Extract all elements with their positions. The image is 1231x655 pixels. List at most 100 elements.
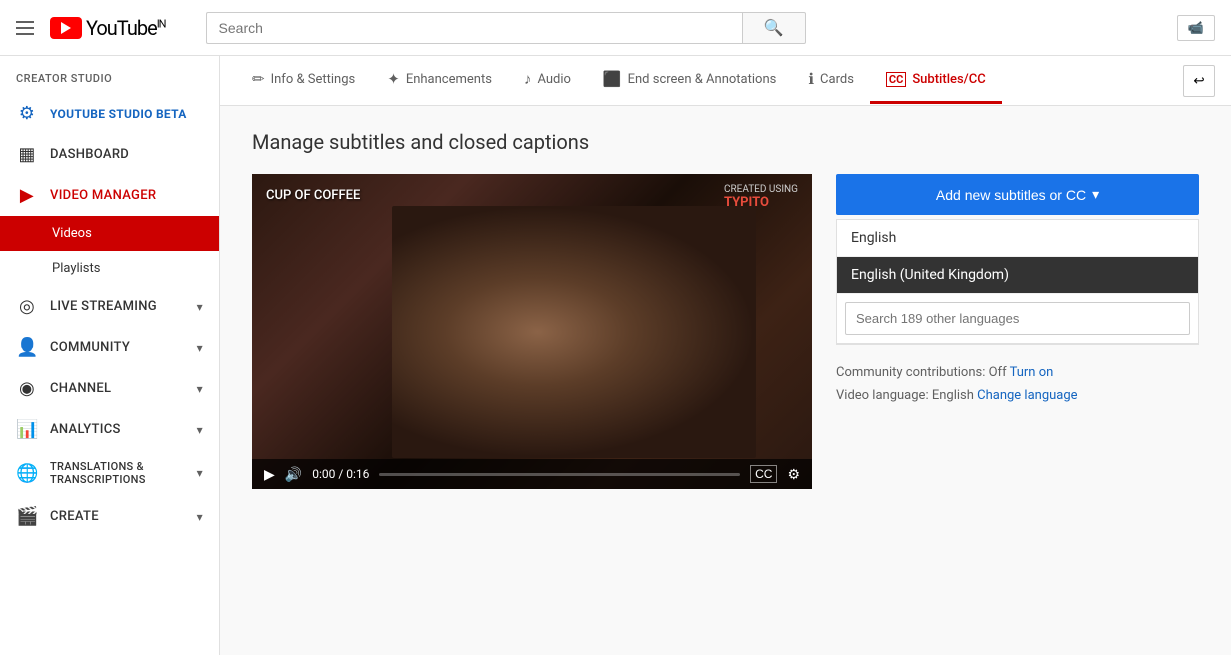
video-title-text: CUP OF COFFEE [266, 188, 360, 203]
dropdown-arrow-icon: ▾ [1092, 186, 1099, 203]
analytics-icon: 📊 [16, 419, 38, 440]
sidebar-item-label: LIVE STREAMING [50, 299, 185, 314]
sidebar: CREATOR STUDIO ⚙ YOUTUBE STUDIO BETA ▦ D… [0, 56, 220, 655]
community-contributions-status: Off [989, 365, 1007, 380]
video-controls: ▶ 🔊 0:00 / 0:16 CC ⚙ [252, 459, 812, 489]
add-subtitles-button[interactable]: Add new subtitles or CC ▾ [836, 174, 1199, 215]
sidebar-item-label: DASHBOARD [50, 147, 203, 162]
gear-icon: ⚙ [16, 103, 38, 124]
header-left: YouTubeIN [16, 16, 166, 40]
sidebar-item-yt-beta[interactable]: ⚙ YOUTUBE STUDIO BETA [0, 93, 219, 134]
channel-icon: ◉ [16, 378, 38, 399]
subtitles-icon: CC [886, 72, 906, 87]
video-language-row: Video language: English Change language [836, 384, 1199, 407]
audio-icon: ♪ [524, 70, 532, 88]
tab-label: Info & Settings [271, 72, 356, 87]
time-display: 0:00 / 0:16 [312, 467, 369, 481]
search-button[interactable]: 🔍 [742, 12, 806, 44]
sidebar-item-label: ANALYTICS [50, 422, 185, 437]
enhancements-icon: ✦ [387, 70, 400, 88]
sidebar-item-label: Playlists [52, 261, 203, 276]
volume-button[interactable]: 🔊 [285, 466, 302, 483]
tab-audio[interactable]: ♪ Audio [508, 56, 587, 105]
video-thumbnail [252, 174, 812, 489]
language-item-label: English (United Kingdom) [851, 267, 1009, 283]
video-language-label: Video language: [836, 388, 929, 403]
search-icon: 🔍 [764, 18, 784, 38]
sidebar-item-playlists[interactable]: Playlists [0, 251, 219, 286]
back-button[interactable]: ↩ [1183, 65, 1215, 97]
tab-info-settings[interactable]: ✏ Info & Settings [236, 56, 371, 105]
cc-button[interactable]: CC [750, 465, 777, 483]
sidebar-item-label: COMMUNITY [50, 340, 185, 355]
creator-studio-label: CREATOR STUDIO [0, 56, 219, 93]
sidebar-item-dashboard[interactable]: ▦ DASHBOARD [0, 134, 219, 175]
hamburger-menu[interactable] [16, 21, 34, 35]
video-language-value: English [932, 388, 974, 403]
upload-button[interactable]: 📹 [1177, 15, 1215, 41]
sidebar-item-analytics[interactable]: 📊 ANALYTICS ▾ [0, 409, 219, 450]
tab-end-screen[interactable]: ⬛ End screen & Annotations [587, 56, 792, 105]
right-panel: Add new subtitles or CC ▾ English Englis… [836, 174, 1199, 489]
tab-subtitles[interactable]: CC Subtitles/CC [870, 58, 1002, 104]
language-item-label: English [851, 230, 896, 246]
tab-label: Audio [537, 72, 570, 87]
content-row: CUP OF COFFEE CREATED USING TYPITO ▶ 🔊 0… [252, 174, 1199, 489]
translations-icon: 🌐 [16, 463, 38, 484]
video-player[interactable]: CUP OF COFFEE CREATED USING TYPITO ▶ 🔊 0… [252, 174, 812, 489]
community-icon: 👤 [16, 337, 38, 358]
community-info: Community contributions: Off Turn on Vid… [836, 361, 1199, 408]
progress-bar[interactable] [379, 473, 740, 476]
youtube-logo-icon [50, 17, 82, 39]
main-content: ✏ Info & Settings ✦ Enhancements ♪ Audio… [220, 56, 1231, 655]
language-item-english[interactable]: English [837, 220, 1198, 257]
language-search-input[interactable] [845, 302, 1190, 335]
top-header: YouTubeIN 🔍 📹 [0, 0, 1231, 56]
sidebar-item-videos[interactable]: Videos [0, 216, 219, 251]
sidebar-item-translations[interactable]: 🌐 TRANSLATIONS & TRANSCRIPTIONS ▾ [0, 450, 219, 496]
main-layout: CREATOR STUDIO ⚙ YOUTUBE STUDIO BETA ▦ D… [0, 56, 1231, 655]
community-contributions-row: Community contributions: Off Turn on [836, 361, 1199, 384]
upload-icon: 📹 [1188, 20, 1204, 36]
tabs-bar: ✏ Info & Settings ✦ Enhancements ♪ Audio… [220, 56, 1231, 106]
add-subtitles-label: Add new subtitles or CC [936, 187, 1086, 203]
play-button[interactable]: ▶ [264, 466, 275, 483]
sidebar-item-community[interactable]: 👤 COMMUNITY ▾ [0, 327, 219, 368]
dashboard-icon: ▦ [16, 144, 38, 165]
tab-label: Cards [820, 72, 854, 87]
sidebar-item-label: VIDEO MANAGER [50, 188, 203, 203]
search-input[interactable] [206, 12, 742, 44]
sidebar-item-label: YOUTUBE STUDIO BETA [50, 107, 203, 121]
video-container: CUP OF COFFEE CREATED USING TYPITO ▶ 🔊 0… [252, 174, 812, 489]
sidebar-item-live-streaming[interactable]: ◎ LIVE STREAMING ▾ [0, 286, 219, 327]
chevron-down-icon: ▾ [197, 382, 203, 396]
back-arrow-icon: ↩ [1193, 73, 1204, 89]
page-content: Manage subtitles and closed captions CUP… [220, 106, 1231, 513]
tab-enhancements[interactable]: ✦ Enhancements [371, 56, 508, 105]
language-search-container [837, 294, 1198, 344]
chevron-down-icon: ▾ [197, 423, 203, 437]
chevron-down-icon: ▾ [197, 300, 203, 314]
sidebar-item-channel[interactable]: ◉ CHANNEL ▾ [0, 368, 219, 409]
video-manager-icon: ▶ [16, 185, 38, 206]
tab-cards[interactable]: ℹ Cards [792, 56, 870, 105]
cards-icon: ℹ [808, 70, 814, 88]
tab-label: End screen & Annotations [628, 72, 777, 87]
header-right: 📹 [1177, 15, 1215, 41]
page-title: Manage subtitles and closed captions [252, 130, 1199, 154]
live-streaming-icon: ◎ [16, 296, 38, 317]
language-item-english-uk[interactable]: English (United Kingdom) [837, 257, 1198, 294]
search-bar: 🔍 [206, 12, 806, 44]
tab-label: Enhancements [406, 72, 492, 87]
created-using-overlay: CREATED USING TYPITO [724, 184, 798, 210]
youtube-logo-text: YouTubeIN [86, 16, 166, 40]
chevron-down-icon: ▾ [197, 466, 203, 480]
change-language-link[interactable]: Change language [977, 388, 1077, 403]
sidebar-item-create[interactable]: 🎬 CREATE ▾ [0, 496, 219, 537]
logo-area: YouTubeIN [50, 16, 166, 40]
turn-on-link[interactable]: Turn on [1010, 365, 1054, 380]
settings-button[interactable]: ⚙ [787, 466, 800, 483]
sidebar-item-label: CREATE [50, 509, 185, 524]
chevron-down-icon: ▾ [197, 510, 203, 524]
sidebar-item-video-manager[interactable]: ▶ VIDEO MANAGER [0, 175, 219, 216]
